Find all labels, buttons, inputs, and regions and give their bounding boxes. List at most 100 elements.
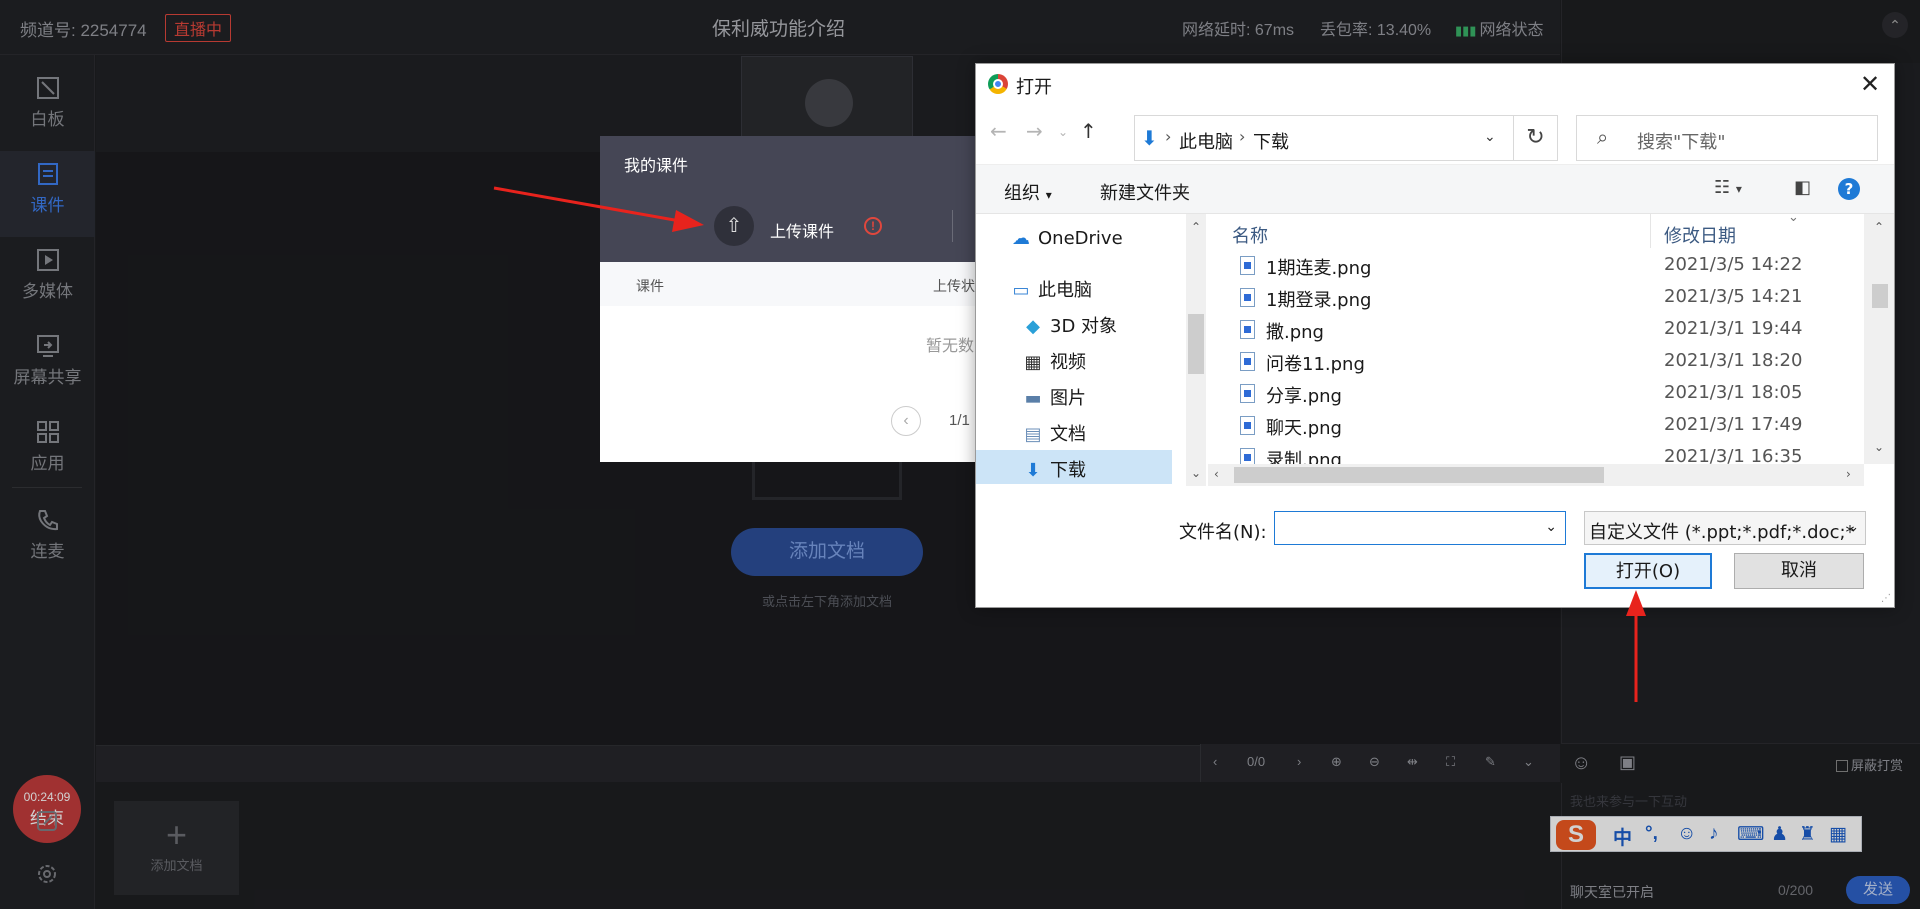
send-button[interactable]: 发送 (1846, 876, 1910, 904)
tree-item-videos[interactable]: ▦ 视频 (1022, 348, 1086, 374)
settings-gear-icon[interactable] (34, 861, 60, 887)
image-icon[interactable]: ▣ (1619, 752, 1636, 773)
col-name[interactable]: 名称 (1232, 222, 1268, 248)
sidebar-item-media[interactable]: 多媒体 (0, 237, 95, 323)
ime-toolbar: S 中 °, ☺ ♪ ⌨ ♟ ♜ ▦ (1550, 816, 1862, 852)
search-input[interactable]: ⌕ 搜索"下载" (1576, 115, 1878, 161)
warning-icon[interactable]: ! (864, 217, 882, 235)
file-list-scrollbar[interactable]: ⌃ ⌄ (1864, 214, 1894, 464)
scroll-left-icon[interactable]: ‹ (1214, 467, 1219, 481)
breadcrumb-downloads[interactable]: 下载 (1253, 128, 1289, 154)
back-arrow-icon[interactable]: ← (990, 119, 1007, 143)
file-row[interactable]: 1期连麦.png 2021/3/5 14:22 (1208, 250, 1864, 282)
scroll-up-icon[interactable]: ⌃ (1191, 220, 1201, 234)
file-row[interactable]: 1期登录.png 2021/3/5 14:21 (1208, 282, 1864, 314)
file-row[interactable]: 问卷11.png 2021/3/1 18:20 (1208, 346, 1864, 378)
file-row[interactable]: 聊天.png 2021/3/1 17:49 (1208, 410, 1864, 442)
col-courseware: 课件 (636, 278, 664, 294)
sidebar-item-mic-link[interactable]: 连麦 (0, 497, 95, 583)
tree-item-3d-objects[interactable]: ◆ 3D 对象 (1022, 312, 1117, 338)
image-file-icon (1240, 448, 1255, 464)
chat-input[interactable]: 我也来参与一下互动 (1570, 791, 1687, 810)
chevron-down-icon[interactable]: ⌄ (1545, 519, 1557, 535)
sidebar-item-screen-share[interactable]: 屏幕共享 (0, 323, 95, 409)
tree-item-label: 下载 (1050, 460, 1086, 481)
fit-width-icon[interactable]: ⇹ (1407, 754, 1418, 770)
prev-page-icon[interactable]: ‹ (1213, 754, 1217, 769)
scroll-right-icon[interactable]: › (1846, 467, 1851, 481)
prev-page-button[interactable]: ‹ (891, 406, 921, 436)
tree-item-pictures[interactable]: ▬ 图片 (1022, 384, 1086, 410)
network-status[interactable]: ▮▮▮ 网络状态 (1455, 16, 1543, 40)
scroll-up-icon[interactable]: ⌃ (1874, 220, 1884, 234)
resize-grip-icon[interactable]: ⋰ (1881, 593, 1891, 604)
fullscreen-icon[interactable]: ⛶ (1446, 754, 1455, 770)
popout-icon[interactable] (34, 808, 60, 834)
up-arrow-icon[interactable]: ↑ (1080, 119, 1097, 143)
open-button[interactable]: 打开(O) (1584, 553, 1712, 589)
recent-dropdown-icon[interactable]: ⌄ (1058, 125, 1068, 139)
tree-scrollbar[interactable]: ⌃ ⌄ (1186, 214, 1206, 486)
scrollbar-thumb[interactable] (1188, 314, 1204, 374)
refresh-icon[interactable]: ↻ (1514, 115, 1558, 161)
tree-item-documents[interactable]: ▤ 文档 (1022, 420, 1086, 446)
microphone-icon[interactable]: ♪ (1709, 823, 1719, 845)
next-page-icon[interactable]: › (1297, 754, 1301, 769)
navigation-row: ← → ⌄ ↑ ⬇ › 此电脑 › 下载 ⌄ ↻ ⌕ 搜索"下载" (976, 107, 1894, 161)
tree-item-onedrive[interactable]: ☁ OneDrive (1010, 228, 1123, 249)
zoom-out-icon[interactable]: ⊖ (1369, 754, 1380, 770)
close-icon[interactable]: ✕ (1850, 68, 1890, 100)
hide-rewards-checkbox[interactable]: 屏蔽打赏 (1836, 755, 1903, 774)
top-bar: 频道号: 2254774 直播中 保利威功能介绍 网络延时: 67ms 丢包率:… (0, 0, 1560, 55)
toolbox-grid-icon[interactable]: ▦ (1829, 823, 1847, 846)
collapse-down-icon[interactable]: ⌄ (1523, 754, 1534, 770)
onedrive-cloud-icon: ☁ (1012, 228, 1030, 249)
view-options-icon[interactable]: ☷ ▾ (1714, 177, 1742, 198)
pictures-folder-icon: ▬ (1024, 388, 1042, 409)
breadcrumb-this-pc[interactable]: 此电脑 (1179, 128, 1233, 154)
search-placeholder: 搜索"下载" (1637, 132, 1726, 153)
scroll-down-icon[interactable]: ⌄ (1191, 466, 1201, 480)
ime-punct-toggle[interactable]: °, (1645, 823, 1658, 845)
col-modified[interactable]: 修改日期 (1664, 222, 1736, 248)
scroll-down-icon[interactable]: ⌄ (1874, 440, 1884, 454)
new-folder-button[interactable]: 新建文件夹 (1100, 179, 1190, 205)
emoji-icon[interactable]: ☺ (1571, 752, 1591, 775)
upload-icon[interactable]: ⇧ (714, 206, 754, 246)
add-document-thumb[interactable]: + 添加文档 (114, 801, 239, 895)
skin-shirt-icon[interactable]: ♜ (1799, 823, 1816, 846)
file-type-select[interactable]: 自定义文件 (*.ppt;*.pdf;*.doc;* ⌄ (1584, 511, 1866, 545)
file-row[interactable]: 分享.png 2021/3/1 18:05 (1208, 378, 1864, 410)
filename-input[interactable]: ⌄ (1274, 511, 1566, 545)
sidebar-item-courseware[interactable]: 课件 (0, 151, 95, 237)
add-document-button[interactable]: 添加文档 (731, 528, 923, 576)
file-row[interactable]: 撒.png 2021/3/1 19:44 (1208, 314, 1864, 346)
user-icon[interactable]: ♟ (1771, 823, 1788, 846)
sidebar-item-apps[interactable]: 应用 (0, 409, 95, 495)
annotate-icon[interactable]: ✎ (1485, 754, 1496, 770)
forward-arrow-icon[interactable]: → (1026, 119, 1043, 143)
organize-menu[interactable]: 组织 ▾ (1004, 179, 1052, 205)
preview-pane-icon[interactable]: ◧ (1794, 177, 1811, 198)
tree-item-downloads[interactable]: ⬇ 下载 (1022, 456, 1086, 482)
sogou-logo-icon[interactable]: S (1556, 820, 1596, 850)
file-list-hscrollbar[interactable]: ‹ › (1208, 464, 1864, 486)
whiteboard-icon (36, 77, 59, 99)
zoom-in-icon[interactable]: ⊕ (1331, 754, 1342, 770)
file-date: 2021/3/1 18:20 (1664, 350, 1803, 371)
scrollbar-thumb[interactable] (1872, 284, 1888, 308)
file-row[interactable]: 录制.png 2021/3/1 16:35 (1208, 442, 1864, 464)
collapse-up-icon[interactable]: ⌃ (1882, 12, 1908, 38)
upload-courseware-button[interactable]: 上传课件 (770, 218, 834, 242)
emoji-smile-icon[interactable]: ☺ (1677, 823, 1696, 845)
file-date: 2021/3/5 14:21 (1664, 286, 1803, 307)
sidebar-item-whiteboard[interactable]: 白板 (0, 65, 95, 151)
ime-mode-toggle[interactable]: 中 (1613, 823, 1632, 850)
cancel-button[interactable]: 取消 (1734, 553, 1864, 589)
scrollbar-thumb[interactable] (1234, 467, 1604, 483)
address-bar[interactable]: ⬇ › 此电脑 › 下载 ⌄ (1134, 115, 1514, 161)
chevron-down-icon[interactable]: ⌄ (1484, 129, 1496, 145)
help-icon[interactable]: ? (1838, 178, 1860, 200)
tree-item-this-pc[interactable]: ▭ 此电脑 (1010, 276, 1092, 302)
keyboard-icon[interactable]: ⌨ (1737, 823, 1764, 846)
